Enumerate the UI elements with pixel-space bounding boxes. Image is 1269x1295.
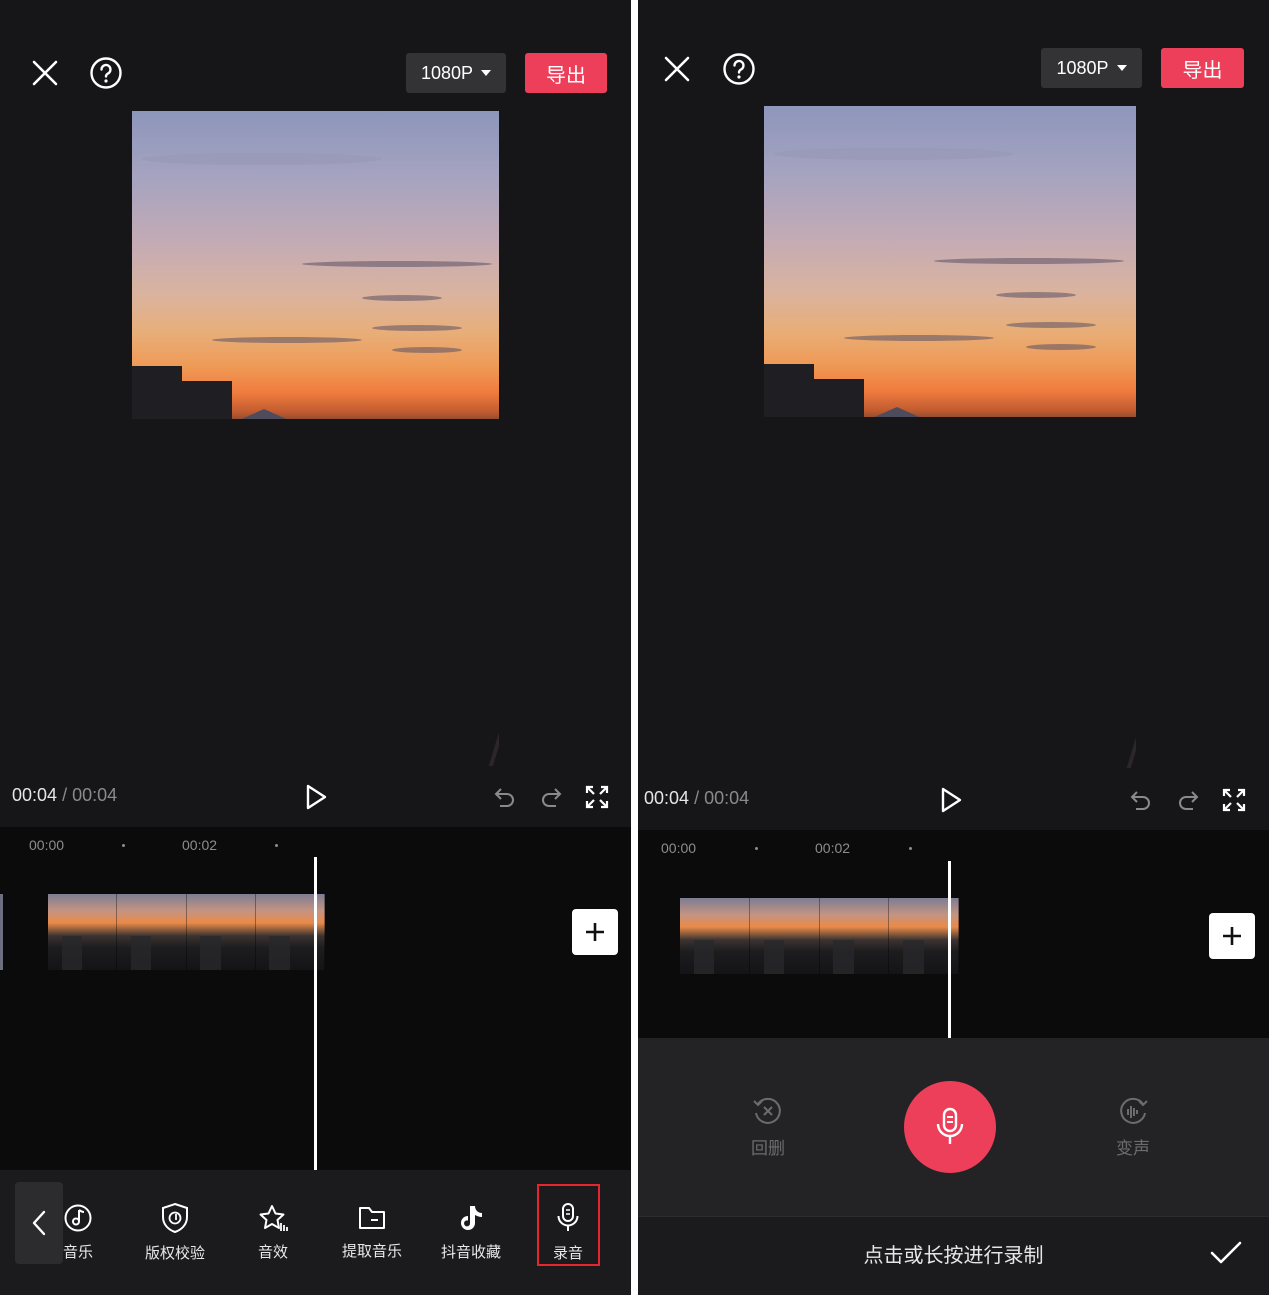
- timeline-tick: 00:00: [661, 840, 697, 856]
- timeline-tick: 00:02: [815, 840, 851, 856]
- undo-recording-label: 回删: [751, 1139, 785, 1159]
- clip-edge: [0, 894, 3, 970]
- resolution-label: 1080P: [420, 62, 474, 83]
- add-clip-button[interactable]: [572, 909, 618, 955]
- playhead[interactable]: [948, 861, 951, 1038]
- close-icon[interactable]: [660, 52, 694, 86]
- recording-panel: 回删 变声 点击或长按进行录制: [638, 1038, 1269, 1295]
- timeline[interactable]: 00:00 00:02: [0, 827, 631, 1170]
- close-icon[interactable]: [28, 56, 62, 90]
- tool-douyin-favorites[interactable]: 抖音收藏: [436, 1170, 506, 1295]
- tool-sound-effects[interactable]: 音效: [243, 1170, 303, 1295]
- undo-recording-button[interactable]: 回删: [743, 1096, 793, 1159]
- undo-icon[interactable]: [1126, 785, 1156, 815]
- play-icon[interactable]: [935, 784, 967, 816]
- redo-icon[interactable]: [1173, 785, 1203, 815]
- record-button[interactable]: [904, 1081, 996, 1173]
- tool-label: 音效: [257, 1243, 288, 1261]
- recording-footer: 点击或长按进行录制: [638, 1216, 1269, 1295]
- time-display: 00:04 / 00:04: [644, 788, 749, 809]
- editor-panel-left: 1080P 导出 00:04 / 00:04 00:00 00:02 音乐 版权…: [0, 0, 631, 1295]
- help-icon[interactable]: [721, 51, 757, 87]
- undo-icon[interactable]: [490, 782, 520, 812]
- audio-toolbar: 音乐 版权校验 音效 提取音乐 抖音收藏 录音: [0, 1170, 631, 1295]
- tool-label: 抖音收藏: [440, 1243, 501, 1261]
- rewind-delete-icon: [753, 1097, 781, 1124]
- time-separator: /: [694, 788, 700, 808]
- total-time: 00:04: [704, 788, 750, 808]
- timeline-dot: [755, 847, 758, 850]
- redo-icon[interactable]: [536, 782, 566, 812]
- toolbar-back-button[interactable]: [15, 1182, 63, 1264]
- caret-down-icon: [481, 70, 492, 76]
- tool-label: 版权校验: [144, 1244, 205, 1262]
- help-icon[interactable]: [88, 55, 124, 91]
- folder-icon: [359, 1207, 385, 1229]
- editor-panel-right: 1080P 导出 00:04 / 00:04 00:00 00:02 回删 变声…: [638, 0, 1269, 1295]
- timeline-tick: 00:02: [182, 837, 218, 853]
- total-time: 00:04: [72, 785, 118, 805]
- video-clip-track[interactable]: [48, 894, 325, 970]
- current-time: 00:04: [12, 785, 58, 805]
- timeline-dot: [909, 847, 912, 850]
- play-icon[interactable]: [300, 781, 332, 813]
- sound-effect-star-icon: [259, 1205, 288, 1231]
- timeline[interactable]: 00:00 00:02: [638, 830, 1269, 1038]
- microphone-icon: [936, 1107, 964, 1144]
- resolution-dropdown[interactable]: 1080P: [1041, 48, 1142, 88]
- playhead[interactable]: [314, 857, 317, 1170]
- video-preview[interactable]: [132, 111, 499, 766]
- video-preview[interactable]: [764, 106, 1136, 768]
- resolution-label: 1080P: [1056, 57, 1109, 78]
- fullscreen-icon[interactable]: [1219, 785, 1249, 815]
- caret-down-icon: [1116, 65, 1127, 71]
- tool-copyright-check[interactable]: 版权校验: [135, 1170, 215, 1295]
- current-time: 00:04: [644, 788, 690, 808]
- timeline-tick: 00:00: [29, 837, 65, 853]
- fullscreen-icon[interactable]: [582, 782, 612, 812]
- confirm-check-icon[interactable]: [1208, 1235, 1244, 1271]
- music-note-icon: [64, 1204, 92, 1232]
- tiktok-icon: [461, 1206, 482, 1230]
- tool-label: 提取音乐: [341, 1242, 402, 1260]
- plus-icon: [586, 923, 604, 941]
- copyright-shield-icon: [162, 1202, 188, 1234]
- record-hint: 点击或长按进行录制: [863, 1243, 1044, 1267]
- voice-change-button[interactable]: 变声: [1108, 1096, 1158, 1159]
- tool-label: 音乐: [62, 1243, 93, 1261]
- tool-extract-music[interactable]: 提取音乐: [336, 1170, 408, 1295]
- timeline-dot: [275, 844, 278, 847]
- record-highlight-box: [537, 1184, 600, 1266]
- video-clip-track[interactable]: [680, 898, 959, 974]
- add-clip-button[interactable]: [1209, 913, 1255, 959]
- timeline-dot: [122, 844, 125, 847]
- voice-change-label: 变声: [1116, 1139, 1150, 1159]
- resolution-dropdown[interactable]: 1080P: [406, 53, 506, 93]
- export-button[interactable]: 导出: [525, 53, 607, 93]
- time-separator: /: [62, 785, 68, 805]
- time-display: 00:04 / 00:04: [12, 785, 117, 806]
- chevron-left-icon: [32, 1210, 46, 1236]
- export-button[interactable]: 导出: [1161, 48, 1244, 88]
- voice-changer-icon: [1120, 1097, 1148, 1124]
- plus-icon: [1223, 927, 1241, 945]
